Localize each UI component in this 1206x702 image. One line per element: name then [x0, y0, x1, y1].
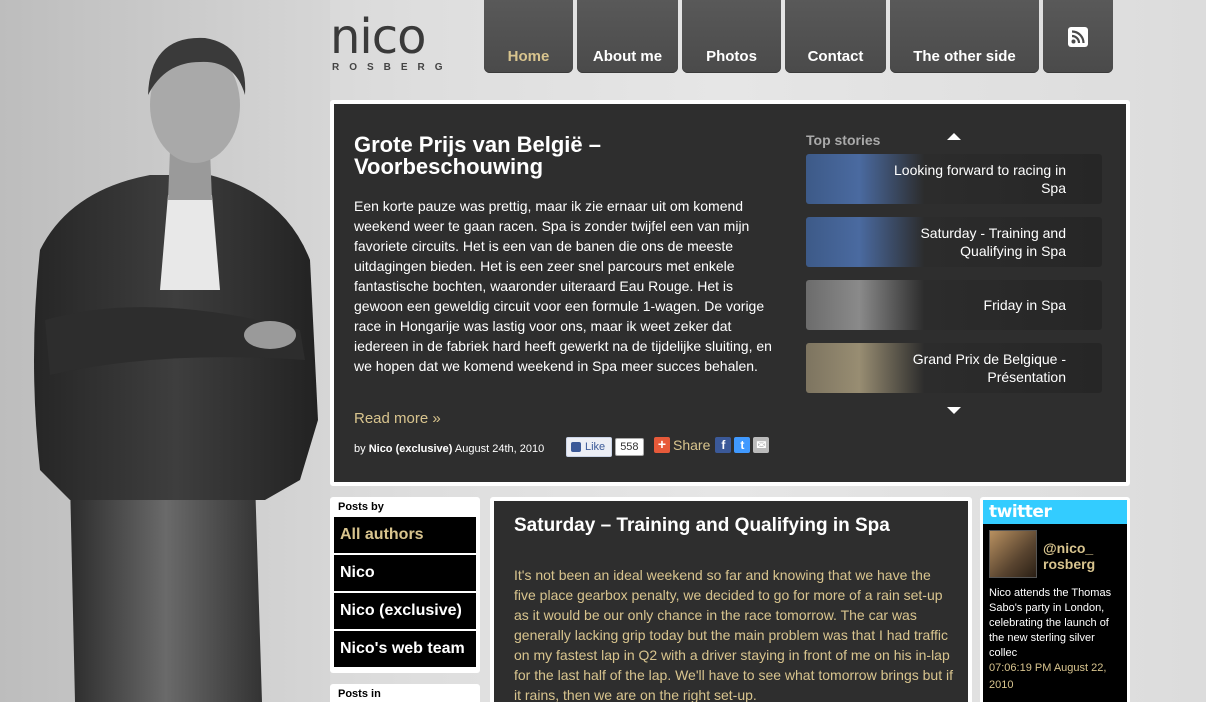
byline-prefix: by — [354, 443, 366, 455]
author-filter-web-team[interactable]: Nico's web team — [334, 631, 476, 667]
facebook-like-button[interactable]: Like — [566, 437, 613, 457]
byline: by Nico (exclusive) August 24th, 2010 — [354, 443, 544, 455]
share-plus-icon[interactable]: + — [654, 437, 670, 453]
nav-tab-rss[interactable] — [1043, 0, 1113, 73]
posts-by-heading: Posts by — [338, 501, 384, 513]
author-filter-nico[interactable]: Nico — [334, 555, 476, 591]
featured-body: Een korte pauze was prettig, maar ik zie… — [354, 198, 772, 374]
top-story-title: Friday in Spa — [983, 297, 1066, 313]
top-stories-up-arrow-icon[interactable] — [947, 133, 961, 140]
share-label[interactable]: Share — [673, 437, 710, 453]
article-body: It's not been an ideal weekend so far an… — [514, 567, 953, 702]
nav-tab-the-other-side[interactable]: The other side — [890, 0, 1039, 73]
top-story-title: Looking forward to racing in Spa — [894, 162, 1066, 196]
nav-tab-about-me[interactable]: About me — [577, 0, 678, 73]
twitter-handle-line2: rosberg — [1043, 556, 1096, 572]
posts-in-panel: Posts in — [330, 684, 480, 702]
facebook-icon[interactable]: f — [715, 437, 732, 453]
avatar[interactable] — [989, 530, 1037, 578]
like-count: 558 — [615, 438, 644, 456]
top-story-item[interactable]: Saturday - Training and Qualifying in Sp… — [806, 217, 1102, 267]
top-story-item[interactable]: Friday in Spa — [806, 280, 1102, 330]
top-story-title: Saturday - Training and Qualifying in Sp… — [920, 225, 1066, 259]
logo-wordmark: nico — [330, 9, 427, 65]
share-widget: + Share f t ✉ — [654, 437, 770, 453]
author-filter-nico-exclusive[interactable]: Nico (exclusive) — [334, 593, 476, 629]
top-stories-down-arrow-icon[interactable] — [947, 407, 961, 414]
top-story-item[interactable]: Grand Prix de Belgique - Présentation — [806, 343, 1102, 393]
article-panel: Saturday – Training and Qualifying in Sp… — [490, 497, 972, 702]
hero-photo — [0, 0, 330, 702]
nav-tab-contact[interactable]: Contact — [785, 0, 886, 73]
top-stories-label: Top stories — [806, 132, 881, 148]
tweet-text: Nico attends the Thomas Sabo's party in … — [989, 587, 1112, 659]
logo-subtitle: ROSBERG — [332, 62, 453, 73]
nav-tab-photos[interactable]: Photos — [682, 0, 781, 73]
facebook-like-widget: Like 558 — [566, 437, 644, 457]
rss-icon — [1068, 26, 1088, 47]
tweet-timestamp[interactable]: 07:06:19 PM August 22, 2010 — [989, 660, 1121, 694]
twitter-share-icon[interactable]: t — [734, 437, 751, 453]
email-icon[interactable]: ✉ — [753, 437, 770, 453]
twitter-widget: twitter @nico_ rosberg Nico attends the … — [980, 497, 1130, 702]
byline-author[interactable]: Nico (exclusive) — [369, 443, 453, 455]
posts-in-heading: Posts in — [338, 688, 381, 700]
featured-title[interactable]: Grote Prijs van België – Voorbeschouwing — [354, 134, 654, 178]
twitter-handle[interactable]: @nico_ rosberg — [1043, 540, 1095, 572]
twitter-header: twitter — [983, 500, 1127, 524]
featured-post-panel: Grote Prijs van België – Voorbeschouwing… — [330, 100, 1130, 486]
site-logo[interactable]: nico ROSBERG — [330, 9, 460, 74]
read-more-link[interactable]: Read more » — [354, 410, 441, 427]
twitter-logo[interactable]: twitter — [989, 502, 1052, 522]
byline-date: August 24th, 2010 — [454, 443, 545, 455]
author-filter-all[interactable]: All authors — [334, 517, 476, 553]
twitter-handle-line1: @nico_ — [1043, 540, 1094, 556]
nav-tab-home[interactable]: Home — [484, 0, 573, 73]
top-story-item[interactable]: Looking forward to racing in Spa — [806, 154, 1102, 204]
article-title[interactable]: Saturday – Training and Qualifying in Sp… — [514, 515, 890, 537]
posts-by-panel: Posts by All authors Nico Nico (exclusiv… — [330, 497, 480, 673]
main-nav: Home About me Photos Contact The other s… — [484, 0, 1113, 73]
top-story-title: Grand Prix de Belgique - Présentation — [912, 351, 1066, 385]
